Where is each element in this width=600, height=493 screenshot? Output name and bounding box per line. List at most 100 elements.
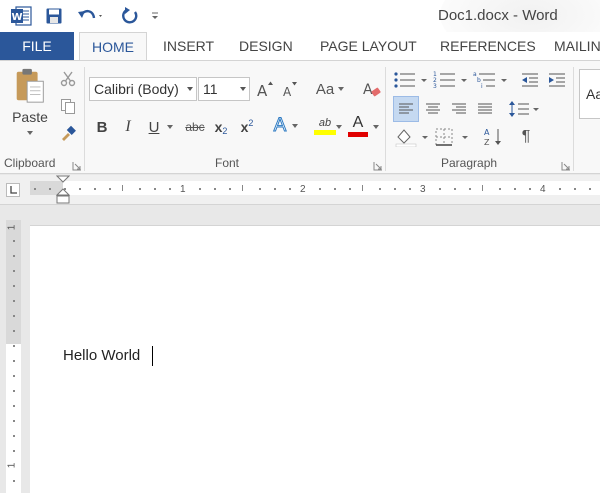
tab-page-layout[interactable]: PAGE LAYOUT <box>320 32 417 61</box>
cut-icon[interactable] <box>58 69 78 89</box>
undo-icon[interactable] <box>77 6 105 26</box>
ruler-dot <box>469 188 471 190</box>
vertical-ruler-dot <box>13 450 15 452</box>
redo-icon[interactable] <box>119 6 141 26</box>
align-left-button[interactable] <box>393 96 419 122</box>
multilevel-list-button[interactable]: a b i <box>472 69 510 91</box>
highlight-label: ab <box>318 117 332 129</box>
strikethrough-label: abc <box>185 120 205 134</box>
svg-text:3: 3 <box>433 83 437 89</box>
paragraph-launcher-icon[interactable] <box>561 159 571 171</box>
tab-file[interactable]: FILE <box>0 32 74 61</box>
styles-gallery[interactable]: Aa <box>579 69 600 119</box>
shading-button[interactable] <box>393 125 431 149</box>
borders-button[interactable] <box>433 125 471 149</box>
ruler-dot <box>454 188 456 190</box>
sort-icon[interactable]: A Z <box>482 125 506 149</box>
align-center-button[interactable] <box>421 96 445 122</box>
underline-button[interactable]: U <box>143 116 179 138</box>
shading-icon <box>395 129 428 147</box>
save-icon[interactable] <box>43 6 65 26</box>
paste-label: Paste <box>12 109 48 125</box>
align-right-button[interactable] <box>447 96 471 122</box>
superscript-label: x <box>240 119 249 135</box>
highlight-dropdown-icon[interactable] <box>336 125 342 129</box>
ruler-dot <box>589 188 591 190</box>
font-family-select[interactable]: Calibri (Body) <box>89 77 197 101</box>
bold-label: B <box>96 118 108 136</box>
copy-icon[interactable] <box>58 96 78 116</box>
indent-markers[interactable] <box>55 175 71 205</box>
font-color-dropdown-icon[interactable] <box>373 125 379 129</box>
bold-button[interactable]: B <box>92 116 112 138</box>
paste-button[interactable]: Paste <box>8 67 52 135</box>
vertical-ruler-dot <box>13 435 15 437</box>
superscript-button[interactable]: x2 <box>236 116 258 138</box>
svg-text:A: A <box>257 82 268 98</box>
ruler-dot <box>274 188 276 190</box>
vertical-ruler-dot <box>13 345 15 347</box>
vertical-ruler-dot <box>13 330 15 332</box>
tab-mailings[interactable]: MAILIN <box>554 32 600 61</box>
increase-indent-icon[interactable] <box>546 69 568 91</box>
tab-home[interactable]: HOME <box>79 32 147 62</box>
tab-design[interactable]: DESIGN <box>239 32 293 61</box>
vertical-ruler[interactable]: 1 1 <box>6 220 21 493</box>
ruler-dot <box>409 188 411 190</box>
ruler-dot <box>169 188 171 190</box>
align-left-icon <box>399 103 413 114</box>
tab-insert[interactable]: INSERT <box>163 32 214 61</box>
ruler-dot <box>529 188 531 190</box>
font-launcher-icon[interactable] <box>373 159 383 171</box>
clipboard-launcher-icon[interactable] <box>72 159 82 171</box>
strikethrough-button[interactable]: abc <box>182 116 208 138</box>
paste-dropdown-icon[interactable] <box>27 131 33 135</box>
grow-font-icon[interactable]: A <box>255 79 275 99</box>
group-separator <box>573 67 574 171</box>
highlight-swatch <box>314 130 336 135</box>
italic-button[interactable]: I <box>118 116 138 138</box>
subscript-label: x <box>214 119 223 135</box>
ruler-dot <box>574 188 576 190</box>
show-formatting-button[interactable]: ¶ <box>514 125 538 149</box>
tab-references[interactable]: REFERENCES <box>440 32 536 61</box>
font-color-button[interactable]: A <box>346 113 370 139</box>
ruler-tick <box>482 185 483 191</box>
customize-qat-icon[interactable] <box>148 6 162 26</box>
vertical-ruler-dot <box>13 270 15 272</box>
paragraph-group-label: Paragraph <box>441 156 498 170</box>
numbering-button[interactable]: 1 2 3 <box>432 69 470 91</box>
ruler-dot <box>229 188 231 190</box>
subscript-button[interactable]: x2 <box>210 116 232 138</box>
ruler-tick <box>362 185 363 191</box>
tab-selector-icon[interactable] <box>6 183 20 197</box>
ruler-dot <box>34 188 36 190</box>
ruler-number: 1 <box>180 184 186 195</box>
font-family-dropdown-icon <box>187 87 193 91</box>
bullets-button[interactable] <box>392 69 430 91</box>
subscript-mark: 2 <box>222 126 228 136</box>
group-separator <box>84 67 85 171</box>
change-case-button[interactable]: Aa <box>312 77 348 101</box>
vertical-ruler-dot <box>13 390 15 392</box>
vertical-ruler-dot <box>13 255 15 257</box>
word-logo-icon[interactable]: W <box>10 6 32 26</box>
format-painter-icon[interactable] <box>58 123 78 143</box>
line-spacing-button[interactable] <box>508 96 540 122</box>
font-size-dropdown-icon <box>240 87 246 91</box>
title-bar: W Doc1.docx - Word <box>0 0 600 32</box>
shrink-font-icon[interactable]: A <box>280 79 300 99</box>
vertical-ruler-dot <box>13 300 15 302</box>
line-spacing-icon <box>509 101 539 117</box>
decrease-indent-icon[interactable] <box>519 69 541 91</box>
borders-icon <box>435 128 468 146</box>
clear-formatting-icon[interactable]: A <box>360 77 384 101</box>
font-size-select[interactable]: 11 <box>198 77 250 101</box>
ruler-dot <box>94 188 96 190</box>
ruler-number: 2 <box>300 184 306 195</box>
change-case-label: Aa <box>315 80 335 98</box>
justify-button[interactable] <box>473 96 497 122</box>
document-text[interactable]: Hello World <box>63 347 140 364</box>
ruler-strip[interactable]: 1 2 3 4 <box>30 181 600 195</box>
text-effects-button[interactable]: A <box>268 113 304 139</box>
